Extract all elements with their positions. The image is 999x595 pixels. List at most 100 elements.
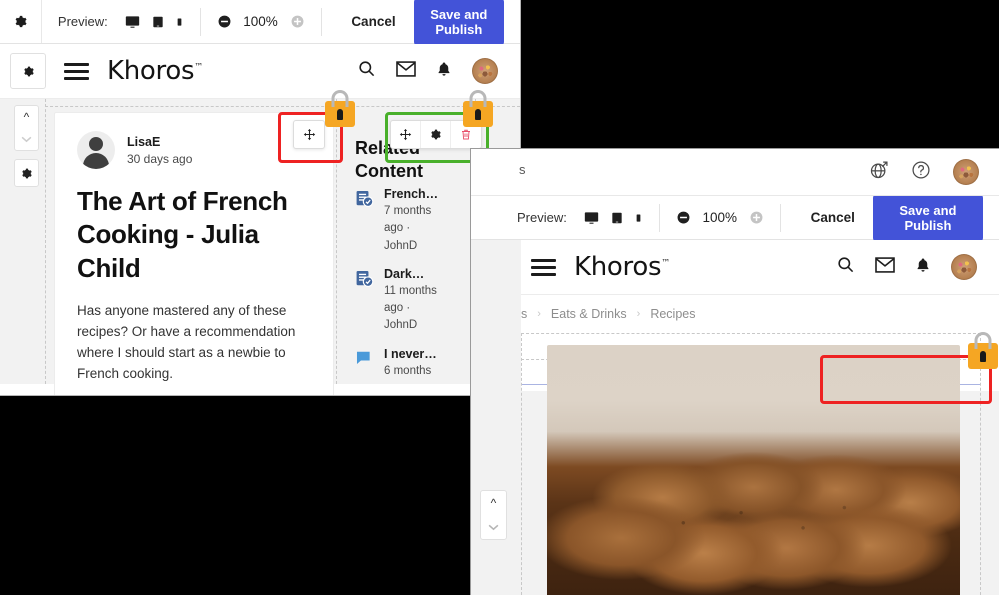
brand-logo: Khoros™ xyxy=(574,252,670,282)
comment-bubble-icon xyxy=(355,349,375,380)
list-item-text: I never… 6 months xyxy=(384,347,440,380)
zoom-level: 100% xyxy=(702,210,737,225)
help-circle-icon[interactable] xyxy=(911,160,931,185)
bell-icon[interactable] xyxy=(915,256,931,279)
chevron-down-icon xyxy=(21,136,32,142)
article-body: Has anyone mastered any of these recipes… xyxy=(77,302,296,381)
rail-move-group: ^ xyxy=(14,105,39,151)
cancel-button[interactable]: Cancel xyxy=(337,6,409,37)
breadcrumb: s › Eats & Drinks › Recipes xyxy=(521,295,999,333)
lock-icon xyxy=(968,343,998,369)
site-header-1: Khoros™ xyxy=(0,44,520,99)
brand-trademark: ™ xyxy=(661,258,670,269)
rail-move-up-button[interactable]: ^ xyxy=(15,106,38,128)
list-item-text: Dark… 11 months ago · JohnD xyxy=(384,267,440,335)
rail-settings-group xyxy=(14,159,39,187)
avatar[interactable] xyxy=(951,254,977,280)
save-and-publish-button[interactable]: Save and Publish xyxy=(413,0,504,46)
rail-settings-button[interactable] xyxy=(15,160,38,186)
envelope-icon[interactable] xyxy=(396,60,416,82)
move-handle-icon[interactable] xyxy=(391,121,421,148)
toolbar-actions-2: Cancel Save and Publish xyxy=(781,193,999,242)
brand-logo: Khoros™ xyxy=(107,56,203,86)
editor-toolbar-2: Preview: 100% Cancel Save and Publish xyxy=(471,193,999,242)
list-item-meta: 7 months ago · JohnD xyxy=(384,205,432,252)
image-widget-zone[interactable] xyxy=(521,333,981,595)
screenshot-root: Preview: 100% Cancel Save and Publish Kh… xyxy=(0,0,999,595)
chevron-up-icon: ^ xyxy=(23,110,30,124)
author-meta: LisaE 30 days ago xyxy=(127,135,192,166)
rail-move-down-button[interactable] xyxy=(15,128,38,150)
zoom-in-icon[interactable] xyxy=(290,14,305,29)
list-item-meta: 11 months ago · JohnD xyxy=(384,284,437,332)
chevron-right-icon: › xyxy=(636,308,641,320)
list-item[interactable]: Dark… 11 months ago · JohnD xyxy=(355,267,467,335)
mobile-icon[interactable] xyxy=(634,210,643,226)
backdrop-bottom-left xyxy=(0,395,168,595)
chevron-right-icon: › xyxy=(537,308,541,320)
hamburger-menu-icon[interactable] xyxy=(64,62,89,80)
preview-device-group-2: Preview: xyxy=(471,196,659,239)
preview-label: Preview: xyxy=(517,210,567,225)
save-and-publish-button[interactable]: Save and Publish xyxy=(872,193,983,242)
tablet-icon[interactable] xyxy=(151,14,165,30)
brand-trademark: ™ xyxy=(194,62,203,73)
list-item-text: French… 7 months ago · JohnD xyxy=(384,187,440,255)
widget-rail-2: ^ xyxy=(480,490,507,540)
list-item-title: I never… xyxy=(384,346,437,361)
search-icon[interactable] xyxy=(836,255,855,279)
zoom-out-icon[interactable] xyxy=(217,14,232,29)
post-timestamp: 30 days ago xyxy=(127,151,193,166)
lock-icon xyxy=(463,101,493,127)
zoom-out-icon[interactable] xyxy=(676,210,691,225)
zoom-in-icon[interactable] xyxy=(749,210,764,225)
list-item-title: French… xyxy=(384,187,439,201)
site-gear-icon[interactable] xyxy=(10,53,46,89)
list-item[interactable]: I never… 6 months xyxy=(355,347,467,380)
rail-move-up-button[interactable]: ^ xyxy=(481,491,506,515)
move-handle-icon[interactable] xyxy=(294,121,324,148)
site-header-icons-1 xyxy=(357,58,520,84)
cake-image xyxy=(547,345,960,595)
site-header-2: Khoros™ xyxy=(521,240,999,295)
lock-keyhole xyxy=(475,108,481,120)
editor-window-1: Preview: 100% Cancel Save and Publish Kh… xyxy=(0,0,521,396)
envelope-icon[interactable] xyxy=(875,256,895,278)
tablet-icon[interactable] xyxy=(610,210,624,226)
breadcrumb-item-eats-and-drinks[interactable]: Eats & Drinks xyxy=(551,307,627,321)
avatar[interactable] xyxy=(472,58,498,84)
widget-settings-gear-icon[interactable] xyxy=(421,121,451,148)
search-icon[interactable] xyxy=(357,59,376,83)
topbar-left-fragment: s xyxy=(519,162,526,177)
backdrop-top-right xyxy=(530,0,999,145)
bell-icon[interactable] xyxy=(436,60,452,83)
list-item-title: Dark… xyxy=(384,266,425,281)
column-guide-mid xyxy=(336,99,337,384)
mobile-icon[interactable] xyxy=(175,14,184,30)
article-widget[interactable]: LisaE 30 days ago The Art of French Cook… xyxy=(54,112,334,395)
cancel-button[interactable]: Cancel xyxy=(797,202,869,233)
editor-toolbar-1: Preview: 100% Cancel Save and Publish xyxy=(0,0,520,46)
brand-name: Khoros xyxy=(574,252,662,282)
avatar[interactable] xyxy=(953,159,979,185)
toolbar-gear-icon[interactable] xyxy=(0,0,42,43)
editor-window-2: s Preview: 100% Cancel Save and Publish … xyxy=(470,148,999,595)
author-avatar xyxy=(77,131,115,169)
toolbar-actions: Cancel Save and Publish xyxy=(321,0,520,46)
breadcrumb-item-recipes[interactable]: Recipes xyxy=(650,307,695,321)
site-header-icons-2 xyxy=(836,254,999,280)
breadcrumb-item-cut[interactable]: s xyxy=(521,307,527,321)
author-name: LisaE xyxy=(127,134,161,149)
desktop-icon[interactable] xyxy=(124,14,141,30)
widget-toolbar-red[interactable] xyxy=(293,120,325,149)
brand-name: Khoros xyxy=(107,56,195,86)
rail-move-down-button[interactable] xyxy=(481,515,506,539)
list-item[interactable]: French… 7 months ago · JohnD xyxy=(355,187,467,255)
lock-icon xyxy=(325,101,355,127)
globe-external-link-icon[interactable] xyxy=(869,160,889,185)
desktop-icon[interactable] xyxy=(583,210,600,226)
chevron-up-icon: ^ xyxy=(490,496,497,510)
app-topbar-2: s xyxy=(471,149,999,196)
zoom-group-2: 100% xyxy=(660,196,780,239)
hamburger-menu-icon[interactable] xyxy=(531,258,556,276)
